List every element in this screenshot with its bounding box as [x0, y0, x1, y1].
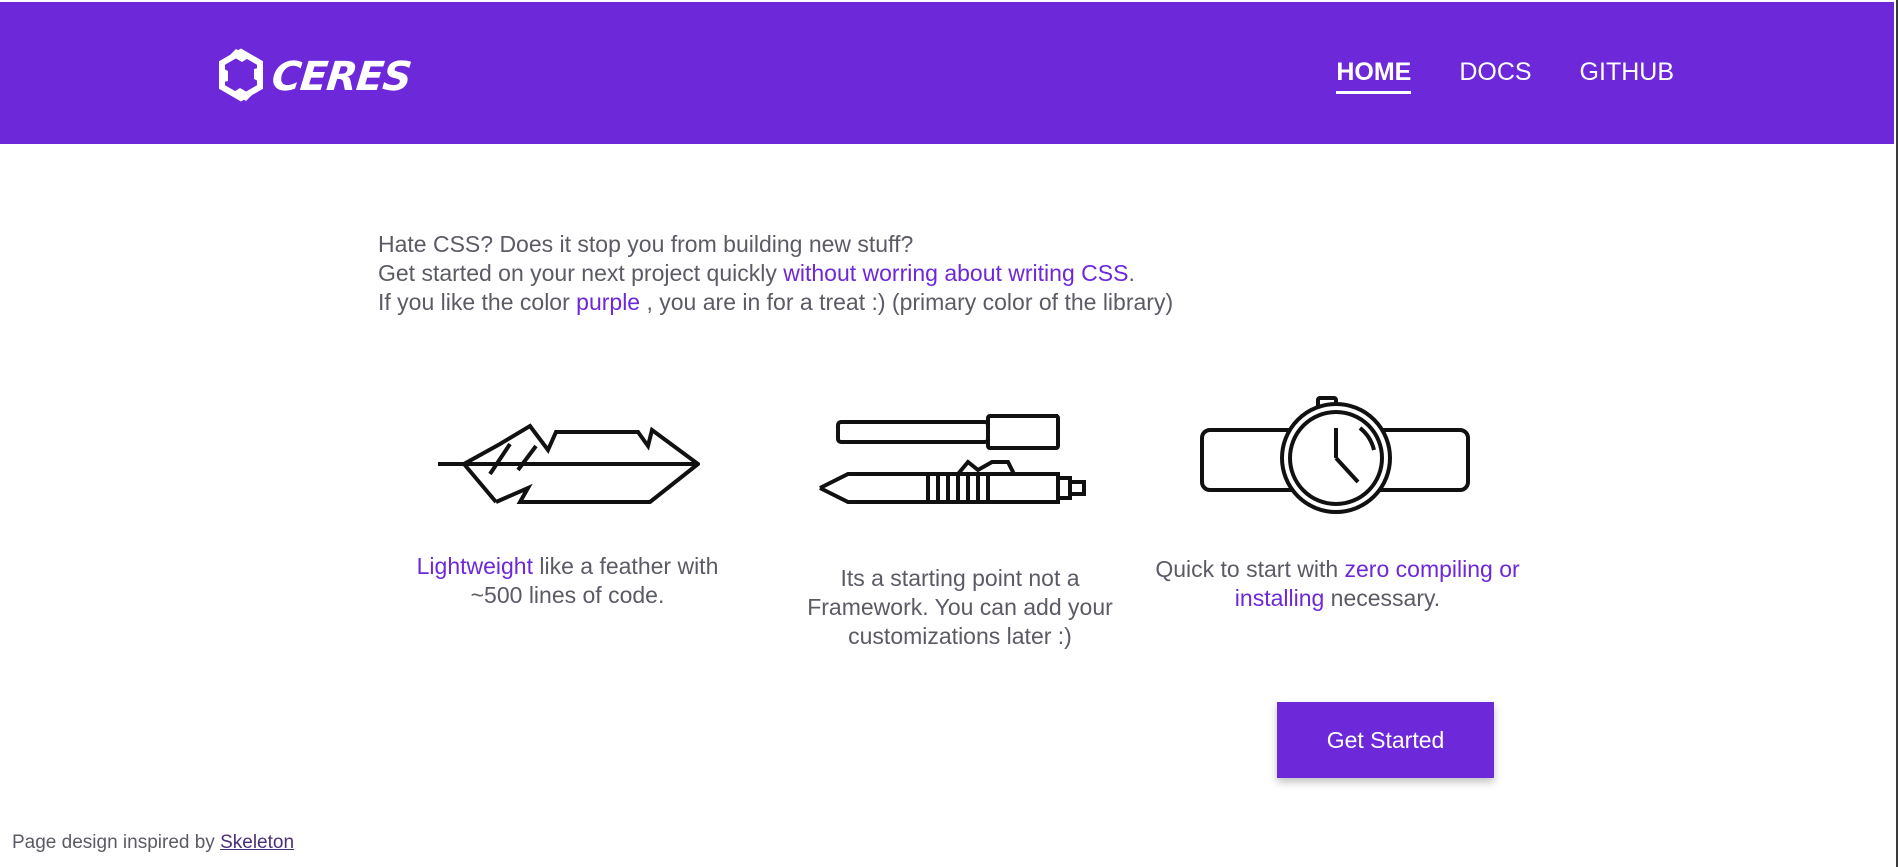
get-started-button[interactable]: Get Started [1277, 702, 1494, 778]
intro-line-2-suffix: . [1128, 260, 1135, 286]
feature-starting-point: Its a starting point not a Framework. Yo… [790, 564, 1130, 651]
footer-text: Page design inspired by [12, 832, 221, 853]
feature-lightweight-accent: Lightweight [416, 553, 533, 579]
nav-home[interactable]: HOME [1336, 57, 1412, 94]
intro-text: Hate CSS? Does it stop you from building… [378, 230, 1173, 317]
logo[interactable]: CERES [216, 47, 414, 107]
feature-quick-start-suffix: necessary. [1324, 585, 1441, 611]
intro-line-1: Hate CSS? Does it stop you from building… [378, 230, 1173, 259]
nav-github[interactable]: GITHUB [1580, 57, 1674, 94]
intro-line-2-accent: without worring about writing CSS [783, 260, 1129, 286]
header: CERES HOME DOCS GITHUB [0, 2, 1894, 144]
feature-starting-point-text: Its a starting point not a Framework. Yo… [807, 565, 1113, 649]
watch-icon [1198, 394, 1472, 524]
intro-line-3-accent: purple [576, 289, 641, 315]
main-nav: HOME DOCS GITHUB [1336, 57, 1674, 94]
logo-icon [216, 47, 266, 107]
feature-lightweight: Lightweight like a feather with ~500 lin… [395, 552, 740, 610]
feature-quick-start-prefix: Quick to start with [1155, 556, 1345, 582]
intro-line-2: Get started on your next project quickly… [378, 259, 1173, 288]
pens-icon [818, 408, 1088, 512]
footer: Page design inspired by Skeleton [12, 832, 294, 854]
logo-text: CERES [269, 54, 414, 100]
intro-line-3: If you like the color purple , you are i… [378, 288, 1173, 317]
intro-line-1-text: Hate CSS? Does it stop you from building… [378, 231, 914, 257]
skeleton-link[interactable]: Skeleton [220, 832, 294, 853]
nav-docs[interactable]: DOCS [1459, 57, 1531, 94]
intro-line-3-prefix: If you like the color [378, 289, 577, 315]
intro-line-2-prefix: Get started on your next project quickly [378, 260, 784, 286]
feather-icon [436, 412, 702, 516]
intro-line-3-suffix: , you are in for a treat :) (primary col… [640, 289, 1174, 315]
feature-quick-start: Quick to start with zero compiling or in… [1150, 555, 1525, 613]
page: CERES HOME DOCS GITHUB Hate CSS? Does it… [0, 0, 1898, 867]
